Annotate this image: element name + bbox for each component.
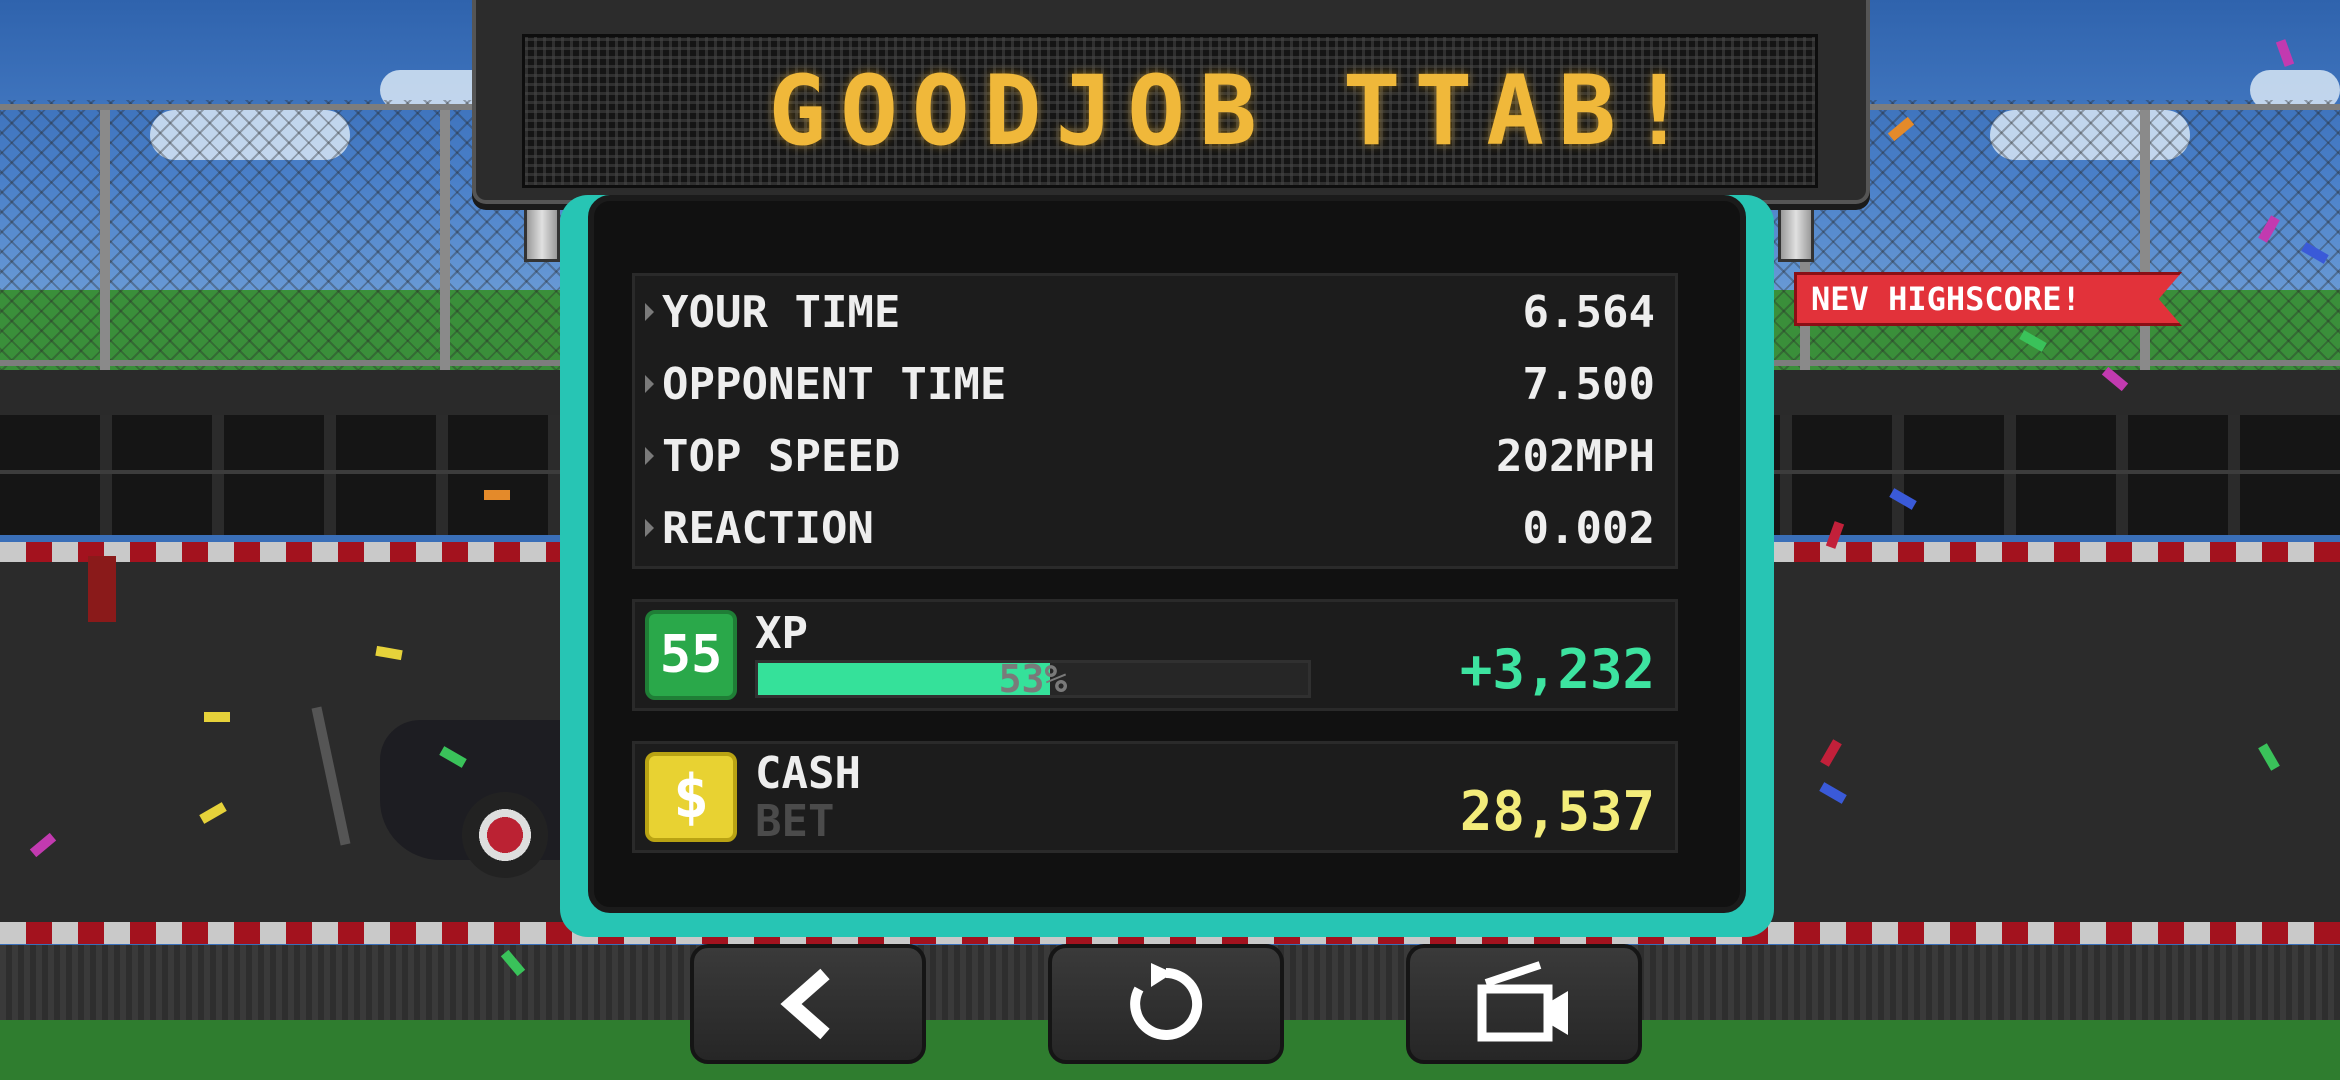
fence-pole	[2140, 110, 2150, 380]
bet-label: BET	[755, 796, 835, 847]
track-marker	[88, 556, 116, 622]
cash-icon: $	[645, 752, 737, 842]
fence-pole	[100, 110, 110, 380]
car-wheel	[462, 792, 548, 878]
stat-your-time: YOUR TIME 6.564	[635, 278, 1675, 346]
new-highscore-ribbon: NEV HIGHSCORE!	[1794, 272, 2182, 326]
back-button[interactable]	[690, 944, 926, 1064]
stat-label: TOP SPEED	[662, 430, 901, 482]
cash-value: 28,537	[1459, 780, 1655, 843]
xp-label: XP	[755, 608, 808, 659]
stat-label: OPPONENT TIME	[662, 358, 1007, 410]
stat-value: 6.564	[1522, 286, 1655, 338]
race-stats: YOUR TIME 6.564 OPPONENT TIME 7.500 TOP …	[632, 273, 1678, 569]
led-display: GOODJOB TTAB!	[522, 34, 1818, 188]
replay-video-button[interactable]	[1406, 944, 1642, 1064]
video-camera-icon	[1477, 961, 1568, 1042]
confetti	[204, 712, 230, 722]
results-panel-inner: YOUR TIME 6.564 OPPONENT TIME 7.500 TOP …	[588, 195, 1746, 913]
stat-label: REACTION	[662, 502, 874, 554]
stat-top-speed: TOP SPEED 202MPH	[635, 422, 1675, 490]
confetti	[484, 490, 510, 500]
stat-value: 0.002	[1522, 502, 1655, 554]
banner-message: GOODJOB TTAB!	[768, 55, 1702, 167]
bullet-arrow-icon	[645, 447, 654, 465]
bullet-arrow-icon	[645, 375, 654, 393]
led-banner: GOODJOB TTAB!	[472, 0, 1870, 204]
banner-bracket-left	[524, 196, 560, 262]
cash-section: $ CASH BET 28,537	[632, 741, 1678, 853]
stat-reaction: REACTION 0.002	[635, 494, 1675, 562]
level-badge: 55	[645, 610, 737, 700]
stat-value: 7.500	[1522, 358, 1655, 410]
xp-section: 55 XP 53% +3,232	[632, 599, 1678, 711]
results-panel: YOUR TIME 6.564 OPPONENT TIME 7.500 TOP …	[560, 195, 1774, 937]
stat-opponent-time: OPPONENT TIME 7.500	[635, 350, 1675, 418]
banner-bracket-right	[1778, 196, 1814, 262]
restart-icon	[1130, 963, 1203, 1040]
back-chevron-icon	[780, 968, 830, 1040]
bullet-arrow-icon	[645, 519, 654, 537]
fence-pole	[440, 110, 450, 380]
bullet-arrow-icon	[645, 303, 654, 321]
restart-button[interactable]	[1048, 944, 1284, 1064]
xp-progress-bar: 53%	[755, 657, 1311, 701]
xp-gain: +3,232	[1459, 638, 1655, 701]
cash-label: CASH	[755, 748, 861, 799]
stat-label: YOUR TIME	[662, 286, 901, 338]
xp-progress-text: 53%	[998, 657, 1068, 701]
stat-value: 202MPH	[1496, 430, 1655, 482]
